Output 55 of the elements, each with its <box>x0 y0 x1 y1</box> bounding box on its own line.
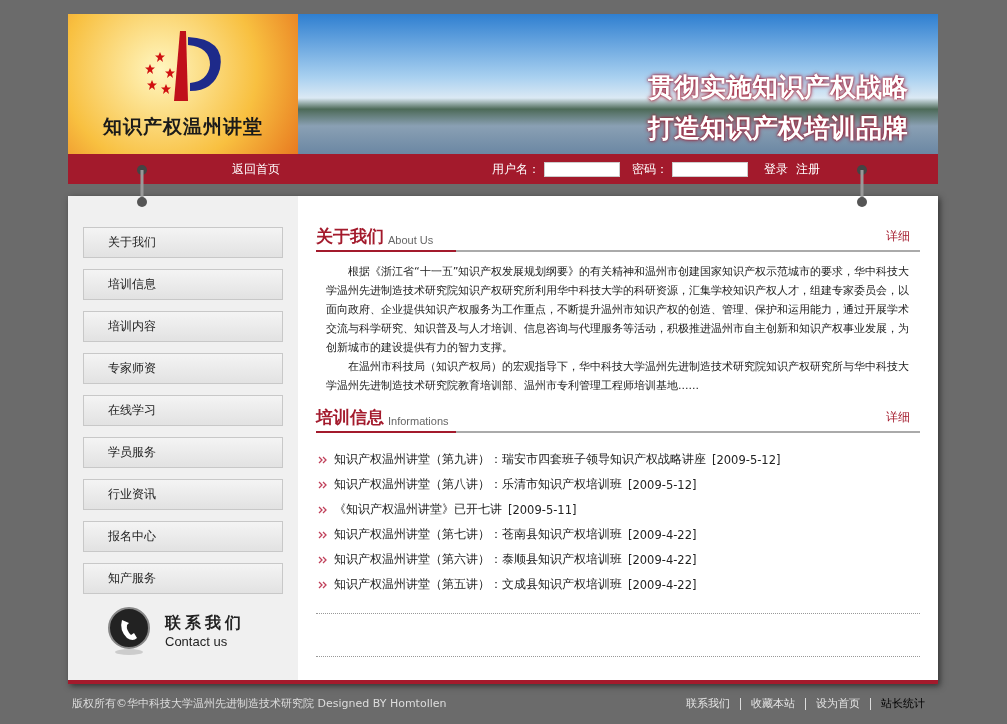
more-link[interactable]: 详细 <box>886 409 920 431</box>
sidebar-menu-item[interactable]: 专家师资 <box>83 353 283 384</box>
sidebar-menu-item[interactable]: 报名中心 <box>83 521 283 552</box>
slogan-text: 打造知识产权培训品牌 <box>648 112 908 145</box>
training-link[interactable]: 知识产权温州讲堂（第七讲）：苍南县知识产权培训班 <box>334 527 622 542</box>
sidebar-menu-item[interactable]: 培训内容 <box>83 311 283 342</box>
section-title: 关于我们 <box>316 225 384 248</box>
training-date: [2009-5-11] <box>508 502 577 517</box>
register-link[interactable]: 注册 <box>796 160 820 178</box>
training-date: [2009-4-22] <box>628 527 697 542</box>
sidebar-menu-item[interactable]: 学员服务 <box>83 437 283 468</box>
training-date: [2009-5-12] <box>628 477 697 492</box>
phone-icon <box>107 606 151 656</box>
more-link[interactable]: 详细 <box>886 228 920 250</box>
footer-link[interactable]: 收藏本站 <box>751 696 795 711</box>
contact-title: 联系我们 <box>165 613 245 634</box>
double-chevron-icon <box>318 530 328 539</box>
sidebar-menu-item[interactable]: 知产服务 <box>83 563 283 594</box>
double-chevron-icon <box>318 455 328 464</box>
home-link[interactable]: 返回首页 <box>232 160 280 178</box>
footer-link[interactable]: 联系我们 <box>686 696 730 711</box>
sidebar-menu-item[interactable]: 行业资讯 <box>83 479 283 510</box>
training-link[interactable]: 《知识产权温州讲堂》已开七讲 <box>334 502 502 517</box>
username-field[interactable] <box>544 161 620 177</box>
double-chevron-icon <box>318 480 328 489</box>
about-paragraph: 在温州市科技局（知识产权局）的宏观指导下，华中科技大学温州先进制造技术研究院知识产权研究所与华中科技大学温州先进制造技术研究院教育培训部、温州市专利管理工程师培训基地...... <box>326 359 910 394</box>
slogan-text: 贯彻实施知识产权战略 <box>648 71 908 104</box>
password-field[interactable] <box>672 161 748 177</box>
logo-text: 知识产权温州讲堂 <box>103 114 263 139</box>
password-label: 密码： <box>632 160 668 178</box>
sidebar-menu-item[interactable]: 培训信息 <box>83 269 283 300</box>
username-label: 用户名： <box>492 160 540 178</box>
training-link[interactable]: 知识产权温州讲堂（第八讲）：乐清市知识产权培训班 <box>334 477 622 492</box>
section-subtitle: Informations <box>388 415 449 429</box>
double-chevron-icon <box>318 580 328 589</box>
footer-link[interactable]: 设为首页 <box>816 696 860 711</box>
double-chevron-icon <box>318 555 328 564</box>
sidebar-menu-item[interactable]: 关于我们 <box>83 227 283 258</box>
about-paragraph: 根据《浙江省“十一五”知识产权发展规划纲要》的有关精神和温州市创建国家知识产权示范城市的要求，华中科技大学温州先进制造技术研究院知识产权研究所利用华中科技大学的科研资源，汇集学校知识产权人才，组建专家委员会，以面向政府、企业提供知识产权服务为工作重点，不断提升温州市知识产权的创造、管理、保护和运用能力，通过开展学术交流与科学研究、知识普及与人才培训、信息咨询与代理服务等活动，积极推进温州市自主创新和知识产权事业发展，为创新城市的建设提供有力的智力支撑。 <box>326 264 911 356</box>
contact-subtitle: Contact us <box>165 634 229 649</box>
training-link[interactable]: 知识产权温州讲堂（第六讲）：泰顺县知识产权培训班 <box>334 552 622 567</box>
section-title: 培训信息 <box>316 406 384 429</box>
training-date: [2009-5-12] <box>712 452 781 467</box>
training-link[interactable]: 知识产权温州讲堂（第五讲）：文成县知识产权培训班 <box>334 577 622 592</box>
ring-hook-icon <box>856 164 868 208</box>
training-date: [2009-4-22] <box>628 552 697 567</box>
copyright-text: 版权所有©华中科技大学温州先进制造技术研究院 Designed BY Homtollen <box>72 696 447 711</box>
login-link[interactable]: 登录 <box>764 160 788 178</box>
section-subtitle: About Us <box>388 234 434 248</box>
training-link[interactable]: 知识产权温州讲堂（第九讲）：瑞安市四套班子领导知识产权战略讲座 <box>334 452 706 467</box>
sidebar-menu-item[interactable]: 在线学习 <box>83 395 283 426</box>
footer-link[interactable]: 站长统计 <box>881 696 925 711</box>
ring-hook-icon <box>136 164 148 208</box>
training-date: [2009-4-22] <box>628 577 697 592</box>
double-chevron-icon <box>318 505 328 514</box>
